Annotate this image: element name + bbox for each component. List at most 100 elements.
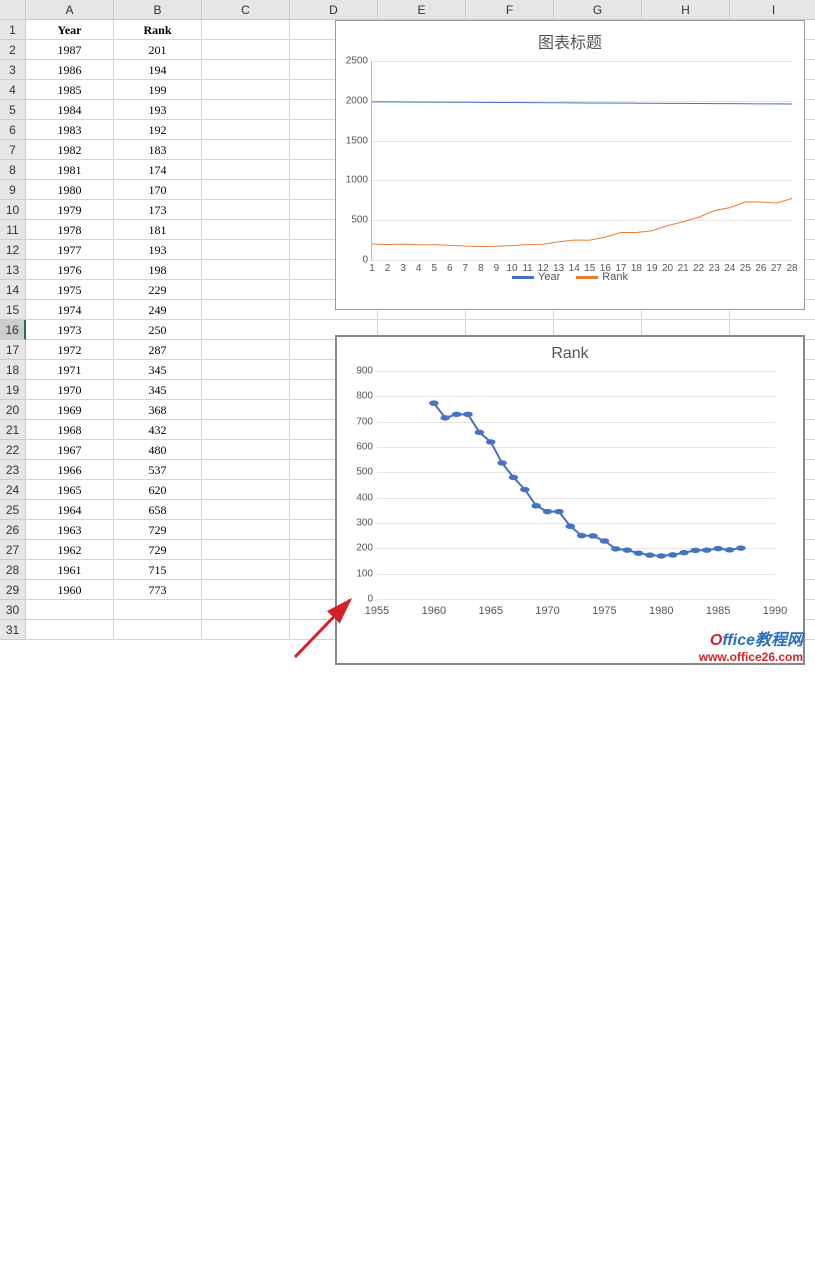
row-header[interactable]: 10 bbox=[0, 200, 26, 220]
cell[interactable] bbox=[202, 220, 290, 240]
row-header[interactable]: 11 bbox=[0, 220, 26, 240]
cell[interactable]: 1978 bbox=[26, 220, 114, 240]
row-header[interactable]: 24 bbox=[0, 480, 26, 500]
row-header[interactable]: 2 bbox=[0, 40, 26, 60]
row-header[interactable]: 12 bbox=[0, 240, 26, 260]
cell[interactable]: 345 bbox=[114, 360, 202, 380]
cell[interactable] bbox=[202, 360, 290, 380]
cell[interactable]: 193 bbox=[114, 100, 202, 120]
column-header[interactable]: H bbox=[642, 0, 730, 20]
row-header[interactable]: 5 bbox=[0, 100, 26, 120]
cell[interactable]: 192 bbox=[114, 120, 202, 140]
row-header[interactable]: 30 bbox=[0, 600, 26, 620]
row-header[interactable]: 9 bbox=[0, 180, 26, 200]
row-header[interactable]: 19 bbox=[0, 380, 26, 400]
cell[interactable] bbox=[202, 500, 290, 520]
cell[interactable]: 620 bbox=[114, 480, 202, 500]
row-header[interactable]: 23 bbox=[0, 460, 26, 480]
cell[interactable]: 1983 bbox=[26, 120, 114, 140]
cell[interactable] bbox=[202, 300, 290, 320]
cell[interactable]: 1976 bbox=[26, 260, 114, 280]
cell[interactable]: 773 bbox=[114, 580, 202, 600]
cell[interactable] bbox=[202, 540, 290, 560]
cell[interactable] bbox=[114, 620, 202, 640]
cell[interactable]: 1970 bbox=[26, 380, 114, 400]
row-header[interactable]: 26 bbox=[0, 520, 26, 540]
row-header[interactable]: 1 bbox=[0, 20, 26, 40]
cell[interactable]: Year bbox=[26, 20, 114, 40]
row-header[interactable]: 16 bbox=[0, 320, 26, 340]
cell[interactable] bbox=[26, 600, 114, 620]
cell[interactable]: Rank bbox=[114, 20, 202, 40]
cell[interactable]: 229 bbox=[114, 280, 202, 300]
cell[interactable]: 1961 bbox=[26, 560, 114, 580]
cell[interactable]: 1979 bbox=[26, 200, 114, 220]
cell[interactable]: 1980 bbox=[26, 180, 114, 200]
cell[interactable]: 1984 bbox=[26, 100, 114, 120]
row-header[interactable]: 8 bbox=[0, 160, 26, 180]
cell[interactable]: 658 bbox=[114, 500, 202, 520]
cell[interactable] bbox=[202, 320, 290, 340]
cell[interactable]: 1985 bbox=[26, 80, 114, 100]
cell[interactable] bbox=[202, 520, 290, 540]
row-header[interactable]: 29 bbox=[0, 580, 26, 600]
cell[interactable] bbox=[202, 620, 290, 640]
cell[interactable]: 287 bbox=[114, 340, 202, 360]
cell[interactable]: 249 bbox=[114, 300, 202, 320]
column-header[interactable]: C bbox=[202, 0, 290, 20]
cell[interactable] bbox=[202, 600, 290, 620]
cell[interactable]: 1968 bbox=[26, 420, 114, 440]
chart-1[interactable]: 图表标题 05001000150020002500123456789101112… bbox=[335, 20, 805, 310]
cell[interactable]: 1971 bbox=[26, 360, 114, 380]
cell[interactable]: 1960 bbox=[26, 580, 114, 600]
cell[interactable]: 1964 bbox=[26, 500, 114, 520]
row-header[interactable]: 28 bbox=[0, 560, 26, 580]
row-header[interactable]: 21 bbox=[0, 420, 26, 440]
cell[interactable]: 250 bbox=[114, 320, 202, 340]
column-header[interactable]: F bbox=[466, 0, 554, 20]
column-header[interactable]: D bbox=[290, 0, 378, 20]
cell[interactable] bbox=[26, 620, 114, 640]
cell[interactable] bbox=[114, 600, 202, 620]
select-all-corner[interactable] bbox=[0, 0, 26, 20]
cell[interactable] bbox=[202, 40, 290, 60]
column-header[interactable]: A bbox=[26, 0, 114, 20]
cell[interactable] bbox=[202, 480, 290, 500]
cell[interactable]: 198 bbox=[114, 260, 202, 280]
cell[interactable] bbox=[202, 380, 290, 400]
row-header[interactable]: 22 bbox=[0, 440, 26, 460]
cell[interactable] bbox=[202, 120, 290, 140]
cell[interactable] bbox=[202, 580, 290, 600]
cell[interactable] bbox=[202, 100, 290, 120]
cell[interactable]: 194 bbox=[114, 60, 202, 80]
cell[interactable]: 174 bbox=[114, 160, 202, 180]
cell[interactable] bbox=[202, 460, 290, 480]
cell[interactable] bbox=[202, 180, 290, 200]
cell[interactable]: 537 bbox=[114, 460, 202, 480]
row-header[interactable]: 7 bbox=[0, 140, 26, 160]
cell[interactable]: 1987 bbox=[26, 40, 114, 60]
row-header[interactable]: 18 bbox=[0, 360, 26, 380]
cell[interactable]: 173 bbox=[114, 200, 202, 220]
cell[interactable] bbox=[202, 240, 290, 260]
cell[interactable] bbox=[202, 340, 290, 360]
cell[interactable]: 193 bbox=[114, 240, 202, 260]
cell[interactable]: 432 bbox=[114, 420, 202, 440]
cell[interactable] bbox=[202, 400, 290, 420]
cell[interactable]: 1965 bbox=[26, 480, 114, 500]
cell[interactable] bbox=[202, 160, 290, 180]
cell[interactable]: 1967 bbox=[26, 440, 114, 460]
row-header[interactable]: 31 bbox=[0, 620, 26, 640]
cell[interactable]: 345 bbox=[114, 380, 202, 400]
column-header[interactable]: G bbox=[554, 0, 642, 20]
cell[interactable]: 181 bbox=[114, 220, 202, 240]
cell[interactable]: 1982 bbox=[26, 140, 114, 160]
row-header[interactable]: 27 bbox=[0, 540, 26, 560]
cell[interactable]: 715 bbox=[114, 560, 202, 580]
cell[interactable] bbox=[202, 20, 290, 40]
cell[interactable]: 368 bbox=[114, 400, 202, 420]
cell[interactable]: 201 bbox=[114, 40, 202, 60]
cell[interactable]: 1973 bbox=[26, 320, 114, 340]
cell[interactable]: 1972 bbox=[26, 340, 114, 360]
cell[interactable]: 1966 bbox=[26, 460, 114, 480]
